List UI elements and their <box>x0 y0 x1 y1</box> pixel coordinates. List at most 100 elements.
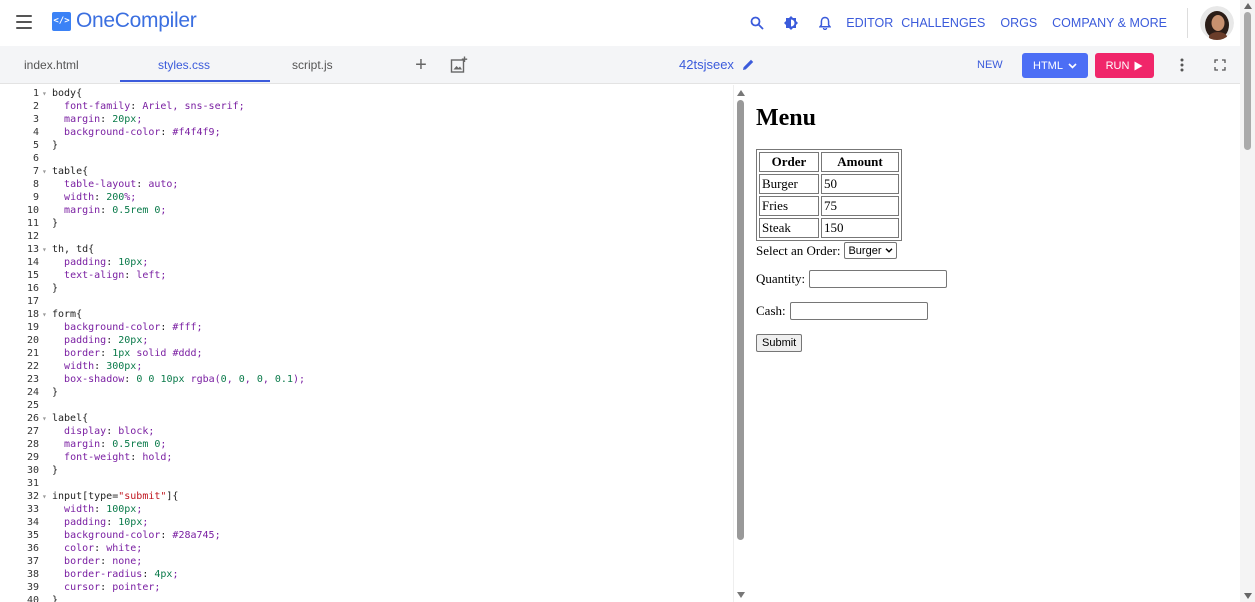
line-number: 35 <box>26 530 39 541</box>
code-line[interactable]: 28 margin: 0.5rem 0; <box>0 438 733 451</box>
code-line[interactable]: 16} <box>0 282 733 295</box>
fold-arrow-icon[interactable]: ▾ <box>42 412 47 425</box>
fold-arrow-icon[interactable]: ▾ <box>42 243 47 256</box>
menu-icon[interactable] <box>16 15 32 29</box>
tab-script-js[interactable]: script.js <box>292 46 333 84</box>
nav-link-orgs[interactable]: ORGS <box>1000 16 1037 30</box>
code-line[interactable]: 5} <box>0 139 733 152</box>
editor-scrollbar-thumb[interactable] <box>737 100 744 540</box>
code-text: cursor: pointer; <box>64 582 161 593</box>
quantity-input[interactable] <box>809 270 948 288</box>
code-line[interactable]: 19 background-color: #fff; <box>0 321 733 334</box>
code-line[interactable]: 25 <box>0 399 733 412</box>
line-number: 26 <box>26 413 39 424</box>
code-line[interactable]: 4 background-color: #f4f4f9; <box>0 126 733 139</box>
plus-icon: + <box>415 54 427 76</box>
code-line[interactable]: 26 ▾ label{ <box>0 412 733 425</box>
code-line[interactable]: 18 ▾ form{ <box>0 308 733 321</box>
code-line[interactable]: 22 width: 300px; <box>0 360 733 373</box>
run-button[interactable]: RUN <box>1095 53 1154 78</box>
line-number: 18 <box>26 309 39 320</box>
cash-input[interactable] <box>789 302 928 320</box>
code-line[interactable]: 7 ▾ table{ <box>0 165 733 178</box>
code-line[interactable]: 29 font-weight: hold; <box>0 451 733 464</box>
tab-styles-css[interactable]: styles.css <box>158 46 210 84</box>
code-line[interactable]: 14 padding: 10px; <box>0 256 733 269</box>
edit-pencil-icon[interactable] <box>742 58 755 71</box>
code-line[interactable]: 8 table-layout: auto; <box>0 178 733 191</box>
code-line[interactable]: 30} <box>0 464 733 477</box>
nav-divider <box>1187 8 1188 38</box>
code-line[interactable]: 37 border: none; <box>0 555 733 568</box>
code-line[interactable]: 2 font-family: Ariel, sns-serif; <box>0 100 733 113</box>
upload-image-button[interactable] <box>448 54 470 76</box>
fold-arrow-icon[interactable]: ▾ <box>42 490 47 503</box>
project-filename[interactable]: 42tsjseex <box>679 46 755 84</box>
search-icon[interactable] <box>748 14 766 32</box>
code-line[interactable]: 6 <box>0 152 733 165</box>
nav-link-challenges[interactable]: CHALLENGES <box>901 16 985 30</box>
code-text: background-color: #f4f4f9; <box>64 127 221 138</box>
code-line[interactable]: 11} <box>0 217 733 230</box>
tab-index-html[interactable]: index.html <box>24 46 79 84</box>
code-line[interactable]: 24} <box>0 386 733 399</box>
page-scrollbar[interactable] <box>1240 0 1255 602</box>
code-line[interactable]: 9 width: 200%; <box>0 191 733 204</box>
code-line[interactable]: 36 color: white; <box>0 542 733 555</box>
line-number: 32 <box>26 491 39 502</box>
code-line[interactable]: 21 border: 1px solid #ddd; <box>0 347 733 360</box>
code-text: width: 200%; <box>64 192 137 203</box>
fold-arrow-icon[interactable]: ▾ <box>42 87 47 100</box>
table-cell-amount: 150 <box>821 218 899 238</box>
theme-toggle-icon[interactable] <box>782 14 800 32</box>
code-line[interactable]: 33 width: 100px; <box>0 503 733 516</box>
code-line[interactable]: 39 cursor: pointer; <box>0 581 733 594</box>
order-select[interactable]: Burger <box>844 242 897 259</box>
code-line[interactable]: 1 ▾ body{ <box>0 87 733 100</box>
nav-link-company-and-more[interactable]: COMPANY & MORE <box>1052 16 1167 30</box>
fullscreen-button[interactable] <box>1209 54 1231 76</box>
new-project-button[interactable]: NEW <box>977 46 1003 84</box>
fold-arrow-icon[interactable]: ▾ <box>42 308 47 321</box>
add-file-button[interactable]: + <box>410 54 432 76</box>
code-line[interactable]: 13 ▾ th, td{ <box>0 243 733 256</box>
language-select-button[interactable]: HTML <box>1022 53 1088 78</box>
scroll-down-arrow-icon[interactable] <box>1244 593 1252 599</box>
code-line[interactable]: 35 background-color: #28a745; <box>0 529 733 542</box>
code-line[interactable]: 23 box-shadow: 0 0 10px rgba(0, 0, 0, 0.… <box>0 373 733 386</box>
code-line[interactable]: 10 margin: 0.5rem 0; <box>0 204 733 217</box>
line-number: 1 <box>32 88 39 99</box>
code-text: padding: 10px; <box>64 517 149 528</box>
scroll-up-arrow-icon[interactable] <box>1244 3 1252 9</box>
page-scrollbar-thumb[interactable] <box>1244 12 1251 150</box>
brand-logo-link[interactable]: </> OneCompiler <box>52 9 197 33</box>
nav-link-editor[interactable]: EDITOR <box>846 16 893 30</box>
line-number: 27 <box>26 426 39 437</box>
code-line[interactable]: 31 <box>0 477 733 490</box>
code-line[interactable]: 32 ▾ input[type="submit"]{ <box>0 490 733 503</box>
table-cell-order: Fries <box>759 196 819 216</box>
code-line[interactable]: 17 <box>0 295 733 308</box>
fold-arrow-icon[interactable]: ▾ <box>42 165 47 178</box>
code-line[interactable]: 20 padding: 20px; <box>0 334 733 347</box>
submit-button[interactable]: Submit <box>756 334 803 352</box>
user-avatar[interactable] <box>1200 6 1234 40</box>
code-line[interactable]: 38 border-radius: 4px; <box>0 568 733 581</box>
more-options-button[interactable] <box>1171 54 1193 76</box>
scroll-down-arrow-icon[interactable] <box>737 592 745 598</box>
notification-bell-icon[interactable] <box>816 14 834 32</box>
editor-scrollbar[interactable] <box>733 85 748 602</box>
code-line[interactable]: 15 text-align: left; <box>0 269 733 282</box>
code-line[interactable]: 27 display: block; <box>0 425 733 438</box>
code-line[interactable]: 12 <box>0 230 733 243</box>
code-text: border: none; <box>64 556 143 567</box>
scroll-up-arrow-icon[interactable] <box>737 90 745 96</box>
code-text: form{ <box>52 309 83 320</box>
code-line[interactable]: 3 margin: 20px; <box>0 113 733 126</box>
code-line[interactable]: 40} <box>0 594 733 602</box>
code-text: th, td{ <box>52 244 95 255</box>
code-line[interactable]: 34 padding: 10px; <box>0 516 733 529</box>
line-number: 15 <box>26 270 39 281</box>
code-editor[interactable]: 1 ▾ body{2 font-family: Ariel, sns-serif; 3… <box>0 85 733 602</box>
line-number: 31 <box>26 478 39 489</box>
